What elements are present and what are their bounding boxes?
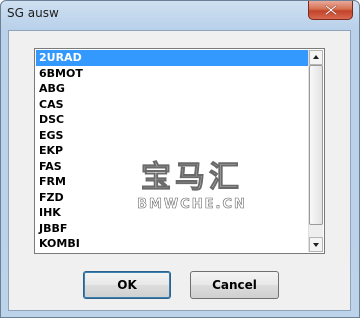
list-item[interactable]: FRM [36,174,309,190]
scroll-down-button[interactable] [309,237,323,252]
listbox-items: 2URAD 6BMOT ABG CAS DSC EGS EKP FAS FRM FZD IHK JBB… [36,50,309,252]
list-item[interactable]: FAS [36,159,309,175]
window-title: SG ausw [7,6,59,20]
control-unit-listbox[interactable]: 2URAD 6BMOT ABG CAS DSC EGS EKP FAS FRM FZD IHK JBB… [34,48,325,254]
list-item[interactable]: JBBF [36,221,309,237]
cancel-button[interactable]: Cancel [190,271,279,299]
vertical-scrollbar[interactable] [308,50,323,252]
scroll-up-button[interactable] [309,50,323,65]
title-bar[interactable]: SG ausw [1,1,359,27]
list-item[interactable]: FZD [36,190,309,206]
dialog-client-area: 2URAD 6BMOT ABG CAS DSC EGS EKP FAS FRM FZD IHK JBB… [8,30,351,311]
list-item[interactable]: IHK [36,205,309,221]
up-arrow-icon [313,55,319,59]
list-item[interactable]: CAS [36,97,309,113]
list-item[interactable]: EKP [36,143,309,159]
scroll-thumb[interactable] [309,65,323,225]
list-item[interactable]: 6BMOT [36,66,309,82]
dialog-window: SG ausw 2URAD 6BMOT ABG CAS DSC EGS EKP FAS FRM F… [0,0,360,318]
down-arrow-icon [313,243,319,247]
list-item[interactable]: ABG [36,81,309,97]
close-x-icon [325,5,337,15]
list-item[interactable]: 2URAD [36,50,309,66]
list-item[interactable]: KOMBI [36,236,309,252]
list-item[interactable]: EGS [36,128,309,144]
list-item[interactable]: DSC [36,112,309,128]
close-button[interactable] [308,1,353,20]
ok-button[interactable]: OK [83,271,171,299]
